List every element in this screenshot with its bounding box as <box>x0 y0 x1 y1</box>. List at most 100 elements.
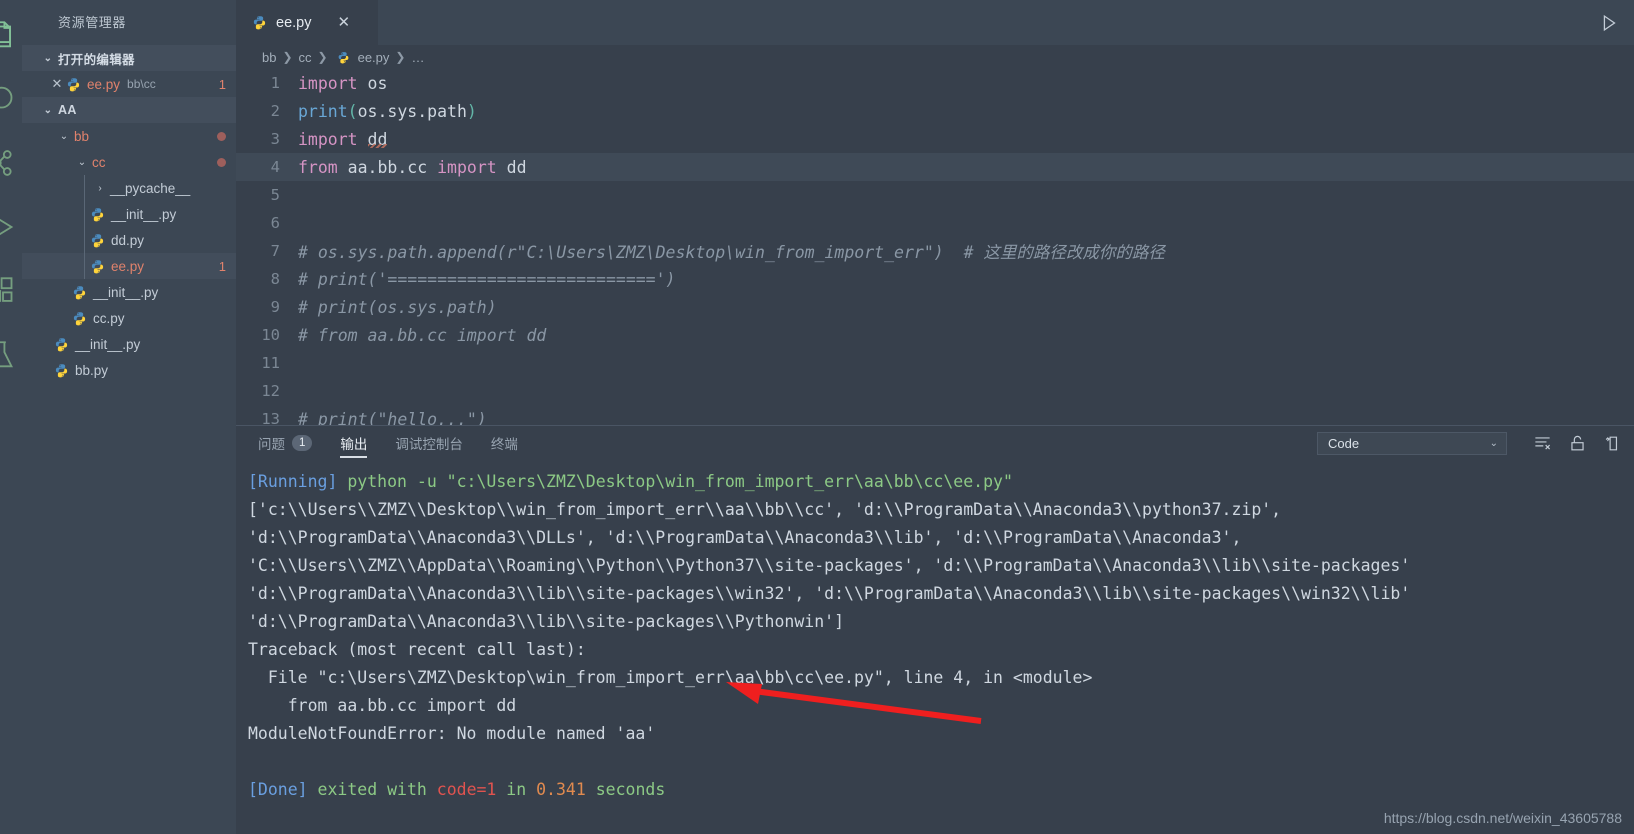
explorer-title: 资源管理器 <box>58 15 127 30</box>
close-icon[interactable]: ✕ <box>48 76 66 92</box>
run-debug-icon[interactable] <box>0 202 22 252</box>
tree-item-init-py-root[interactable]: __init__.py <box>22 331 236 357</box>
chevron-down-icon: ⌄ <box>43 52 53 64</box>
output-segment: exited with <box>317 780 437 799</box>
code-line[interactable]: 10 # from aa.bb.cc import dd <box>236 321 1634 349</box>
code-line[interactable]: 1 import os <box>236 69 1634 97</box>
code-line[interactable]: 12 <box>236 377 1634 405</box>
extensions-icon[interactable] <box>0 266 22 316</box>
code-line[interactable]: 8 # print('===========================') <box>236 265 1634 293</box>
breadcrumb-item-cc[interactable]: cc <box>299 50 312 65</box>
chevron-down-icon: ⌄ <box>59 130 69 142</box>
code-token: # print(os.sys.path) <box>298 297 497 317</box>
source-control-icon[interactable] <box>0 138 22 188</box>
panel-tab-label: 输出 <box>340 437 368 452</box>
code-text: # from aa.bb.cc import dd <box>298 326 546 345</box>
output-segment: [Running] <box>248 472 338 491</box>
chevron-down-icon: ⌄ <box>1489 437 1498 449</box>
bottom-panel: 问题 1 输出 调试控制台 终端 Code ⌄ [Running] python… <box>236 425 1634 834</box>
output-segment: Traceback (most recent call last): <box>248 640 586 659</box>
tree-item-label: __pycache__ <box>110 180 191 196</box>
code-token: aa.bb.cc <box>337 157 438 177</box>
tree-item-cc[interactable]: ⌄ cc <box>22 149 236 175</box>
open-editors-label: 打开的编辑器 <box>58 52 135 67</box>
tab-debug-console[interactable]: 调试控制台 <box>395 426 463 460</box>
tree-item-cc-py[interactable]: cc.py <box>22 305 236 331</box>
code-text: # print(os.sys.path) <box>298 298 497 317</box>
output-segment <box>308 780 318 799</box>
files-icon[interactable] <box>0 10 22 60</box>
testing-icon[interactable] <box>0 330 22 380</box>
output-line: Traceback (most recent call last): <box>248 636 1634 664</box>
output-segment: ['c:\\Users\\ZMZ\\Desktop\\win_from_impo… <box>248 500 1282 519</box>
code-token: os.sys.path <box>357 101 467 121</box>
tree-item-bb-py[interactable]: bb.py <box>22 357 236 383</box>
python-file-icon <box>91 233 104 247</box>
panel-tab-bar: 问题 1 输出 调试控制台 终端 Code ⌄ <box>236 426 1634 460</box>
clear-output-icon[interactable] <box>1533 434 1552 453</box>
tree-item-label: dd.py <box>111 232 145 248</box>
output-segment: 0.341 <box>536 780 586 799</box>
chevron-right-icon: › <box>98 182 102 194</box>
code-line[interactable]: 9 # print(os.sys.path) <box>236 293 1634 321</box>
code-line[interactable]: 4 from aa.bb.cc import dd <box>236 153 1634 181</box>
chevron-down-icon: ⌄ <box>43 104 53 116</box>
tree-item-pycache[interactable]: › __pycache__ <box>22 175 236 201</box>
tab-problems[interactable]: 问题 1 <box>258 426 313 460</box>
output-line: 'd:\\ProgramData\\Anaconda3\\lib\\site-p… <box>248 580 1634 608</box>
tree-item-label: bb <box>74 128 90 144</box>
python-file-icon <box>55 337 68 351</box>
tree-item-dd-py[interactable]: dd.py <box>22 227 236 253</box>
tree-item-ee-py[interactable]: ee.py 1 <box>22 253 236 279</box>
breadcrumb-item-bb[interactable]: bb <box>262 50 276 65</box>
maximize-panel-icon[interactable] <box>1603 434 1622 453</box>
code-line[interactable]: 3 import dd <box>236 125 1634 153</box>
output-segment <box>337 472 347 491</box>
line-number: 7 <box>270 242 280 260</box>
tab-label: ee.py <box>276 14 312 31</box>
problem-count-badge: 1 <box>292 435 313 451</box>
line-number: 5 <box>270 186 280 204</box>
explorer-sidebar: 资源管理器 ⌄ 打开的编辑器 ✕ ee.py bb\cc 1 ⌄ AA ⌄ bb <box>22 0 236 834</box>
code-line[interactable]: 6 <box>236 209 1634 237</box>
close-icon[interactable]: ✕ <box>337 15 350 30</box>
line-number: 3 <box>270 130 280 148</box>
output-segment: 'C:\\Users\\ZMZ\\AppData\\Roaming\\Pytho… <box>248 556 1411 575</box>
output-segment: 'd:\\ProgramData\\Anaconda3\\DLLs', 'd:\… <box>248 528 1242 547</box>
code-line[interactable]: 7 # os.sys.path.append(r"C:\Users\ZMZ\Des… <box>236 237 1634 265</box>
code-line[interactable]: 2 print(os.sys.path) <box>236 97 1634 125</box>
editor-area: ee.py ✕ bb ❯ cc ❯ ee.py ❯ … 1 import os 2 p… <box>236 0 1634 834</box>
tab-output[interactable]: 输出 <box>340 426 368 460</box>
tree-item-bb[interactable]: ⌄ bb <box>22 123 236 149</box>
output-line: ModuleNotFoundError: No module named 'aa… <box>248 720 1634 748</box>
watermark-url: https://blog.csdn.net/weixin_43605788 <box>1383 810 1622 826</box>
output-segment: 'd:\\ProgramData\\Anaconda3\\lib\\site-p… <box>248 612 845 631</box>
code-text: # print('===========================') <box>298 270 676 289</box>
tree-item-init-py-bb[interactable]: __init__.py <box>22 279 236 305</box>
lock-scroll-icon[interactable] <box>1568 434 1587 453</box>
open-editors-header[interactable]: ⌄ 打开的编辑器 <box>22 45 236 71</box>
tab-terminal[interactable]: 终端 <box>491 426 518 460</box>
line-number: 12 <box>261 382 280 400</box>
search-icon[interactable] <box>0 74 22 124</box>
breadcrumb-item-file[interactable]: ee.py <box>358 50 390 65</box>
code-token: dd <box>496 157 527 177</box>
code-line[interactable]: 5 <box>236 181 1634 209</box>
code-line[interactable]: 11 <box>236 349 1634 377</box>
code-token: os <box>357 73 388 93</box>
file-tree: ⌄ bb ⌄ cc › __pycache__ __init__.py dd.p… <box>22 123 236 383</box>
problem-count-badge: 1 <box>218 258 226 274</box>
breadcrumb-item-more[interactable]: … <box>411 50 424 65</box>
output-channel-select[interactable]: Code ⌄ <box>1317 431 1507 455</box>
run-file-button[interactable] <box>1598 0 1620 45</box>
code-token: # from aa.bb.cc import dd <box>298 325 547 345</box>
code-editor[interactable]: 1 import os 2 print(os.sys.path) 3 import dd 4… <box>236 69 1634 425</box>
workspace-header[interactable]: ⌄ AA <box>22 97 236 123</box>
tree-item-init-py-cc[interactable]: __init__.py <box>22 201 236 227</box>
output-segment: ModuleNotFoundError: No module named 'aa… <box>248 724 656 743</box>
open-editor-item-ee-py[interactable]: ✕ ee.py bb\cc 1 <box>22 71 236 97</box>
code-text: import os <box>298 74 387 93</box>
tab-ee-py[interactable]: ee.py ✕ <box>236 0 378 45</box>
code-line[interactable]: 13 # print("hello...") <box>236 405 1634 426</box>
